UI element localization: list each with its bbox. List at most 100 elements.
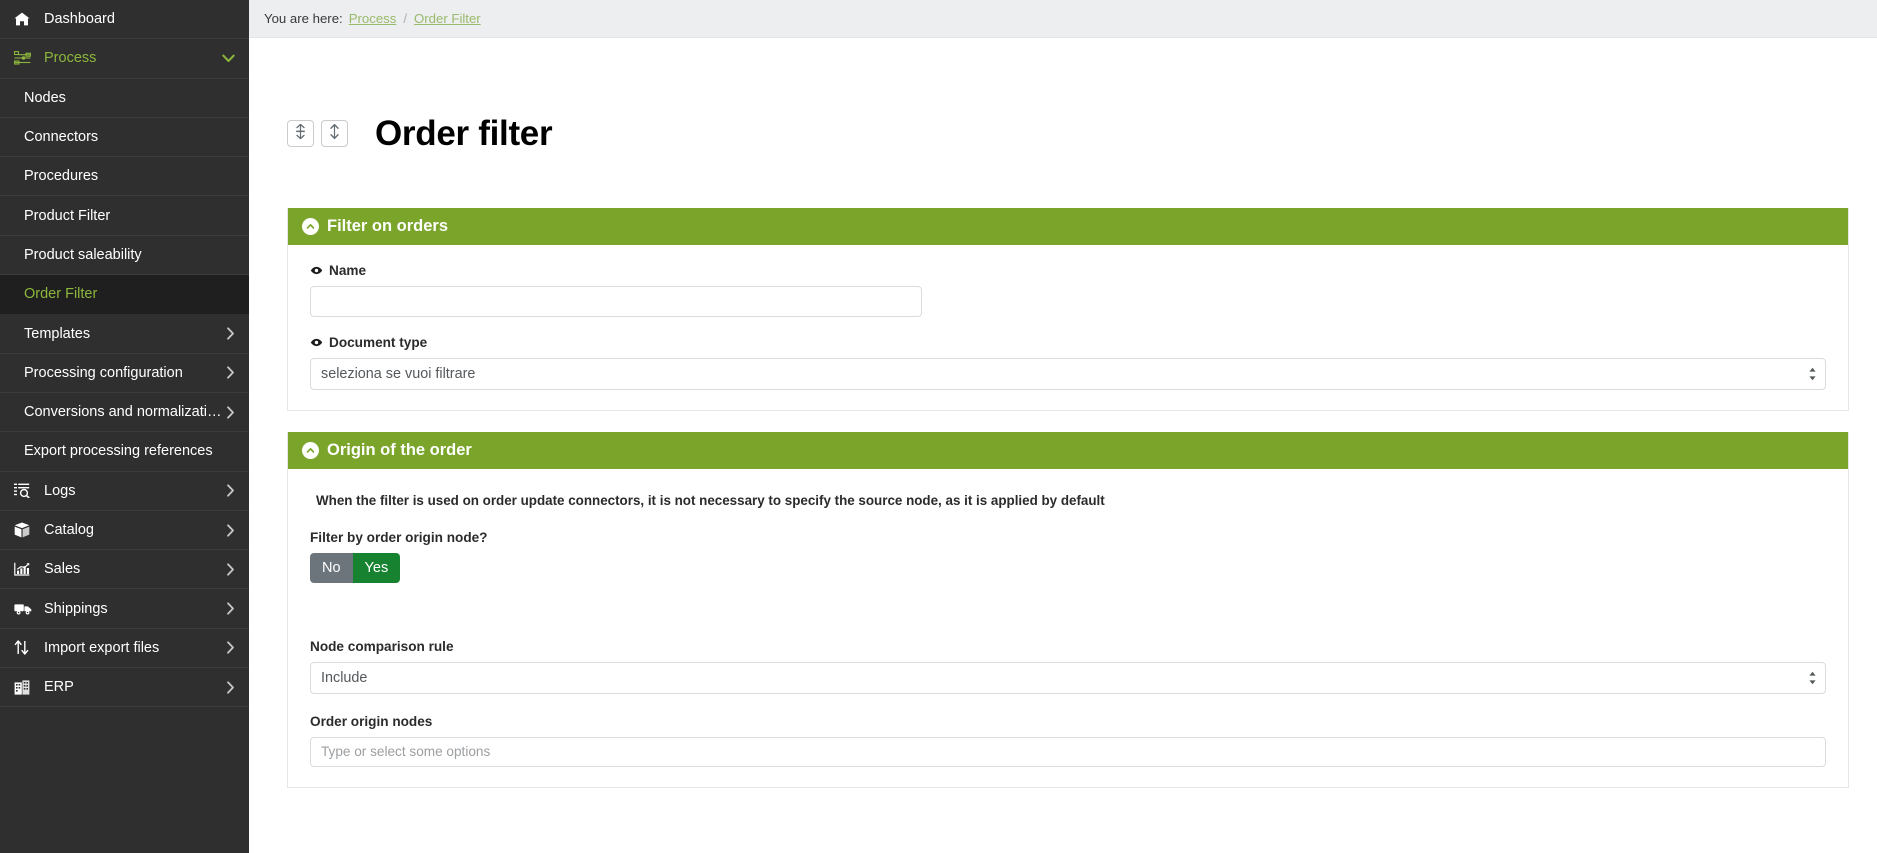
collapse-all-button[interactable] — [287, 120, 314, 147]
exchange-arrows-icon — [14, 640, 36, 655]
sidebar-item-sales[interactable]: Sales — [0, 550, 249, 589]
filter-by-origin-node-toggle: No Yes — [310, 553, 1826, 583]
chevron-right-icon — [226, 484, 235, 497]
label-name-text: Name — [329, 263, 366, 278]
field-order-origin-nodes: Order origin nodes Type or select some o… — [310, 714, 1826, 767]
sidebar-item-catalog[interactable]: Catalog — [0, 511, 249, 550]
sidebar-item-label: Nodes — [24, 90, 235, 106]
chevron-right-icon — [226, 327, 235, 340]
sidebar-item-label: ERP — [44, 679, 226, 695]
home-icon — [14, 12, 36, 26]
chevron-right-icon — [226, 641, 235, 654]
field-filter-by-origin-node: Filter by order origin node? No Yes — [310, 530, 1826, 583]
toggle-option-no[interactable]: No — [310, 553, 353, 583]
sidebar-item-label: Shippings — [44, 601, 226, 617]
sidebar-item-label: Conversions and normalizations — [24, 404, 226, 420]
sidebar-item-label: Processing configuration — [24, 365, 226, 381]
order-origin-nodes-input[interactable]: Type or select some options — [310, 737, 1826, 767]
page-title: Order filter — [375, 116, 552, 151]
process-icon — [14, 51, 36, 65]
eye-icon — [310, 266, 323, 275]
compress-vertical-icon — [295, 124, 306, 144]
chevron-right-icon — [226, 366, 235, 379]
chevron-up-circle-icon — [302, 442, 319, 459]
sidebar-item-import-export-files[interactable]: Import export files — [0, 629, 249, 668]
sidebar-item-process[interactable]: Process — [0, 39, 249, 78]
breadcrumb-link-process[interactable]: Process — [349, 11, 397, 26]
sidebar-item-product-saleability[interactable]: Product saleability — [0, 236, 249, 275]
sidebar-item-connectors[interactable]: Connectors — [0, 118, 249, 157]
panel-filter-on-orders: Filter on orders Name — [287, 208, 1849, 411]
sidebar-item-nodes[interactable]: Nodes — [0, 79, 249, 118]
sidebar-item-processing-configuration[interactable]: Processing configuration — [0, 354, 249, 393]
eye-icon — [310, 338, 323, 347]
field-name: Name — [310, 263, 1826, 317]
label-filter-by-origin-node: Filter by order origin node? — [310, 530, 1826, 545]
sidebar-item-label: Process — [44, 50, 222, 66]
field-document-type: Document type seleziona se vuoi filtrare — [310, 335, 1826, 390]
panel-header-origin-of-the-order[interactable]: Origin of the order — [288, 432, 1848, 469]
sidebar-item-procedures[interactable]: Procedures — [0, 157, 249, 196]
label-node-comparison-rule: Node comparison rule — [310, 639, 1826, 654]
chevron-up-circle-icon — [302, 218, 319, 235]
breadcrumb: You are here: Process / Order Filter — [249, 0, 1877, 38]
label-document-type-text: Document type — [329, 335, 427, 350]
sidebar-item-shippings[interactable]: Shippings — [0, 589, 249, 628]
sidebar-item-label: Procedures — [24, 168, 235, 184]
node-comparison-rule-select-wrap: Include — [310, 662, 1826, 694]
sidebar-item-erp[interactable]: ERP — [0, 668, 249, 707]
label-order-origin-nodes: Order origin nodes — [310, 714, 1826, 729]
sidebar-item-order-filter[interactable]: Order Filter — [0, 275, 249, 314]
sidebar-item-label: Logs — [44, 483, 226, 499]
sidebar-item-label: Product Filter — [24, 208, 235, 224]
panel-title: Origin of the order — [327, 441, 472, 460]
page-header: Order filter — [287, 38, 1849, 187]
label-name: Name — [310, 263, 1826, 278]
field-node-comparison-rule: Node comparison rule Include — [310, 639, 1826, 694]
sidebar-item-dashboard[interactable]: Dashboard — [0, 0, 249, 39]
sales-chart-icon — [14, 562, 36, 576]
expand-vertical-icon — [329, 124, 340, 144]
chevron-right-icon — [226, 563, 235, 576]
spacer — [310, 601, 1826, 639]
breadcrumb-separator: / — [403, 11, 407, 26]
breadcrumb-link-order-filter[interactable]: Order Filter — [414, 11, 481, 26]
chevron-right-icon — [226, 524, 235, 537]
chevron-right-icon — [226, 406, 235, 419]
sidebar-item-label: Order Filter — [24, 286, 235, 302]
name-input[interactable] — [310, 286, 922, 317]
panel-title: Filter on orders — [327, 217, 448, 236]
sidebar-item-label: Sales — [44, 561, 226, 577]
truck-icon — [14, 603, 36, 615]
page-content: Order filter Filter on orders — [249, 38, 1877, 788]
expand-all-button[interactable] — [321, 120, 348, 147]
sidebar-item-templates[interactable]: Templates — [0, 314, 249, 353]
logs-icon — [14, 483, 36, 498]
chevron-right-icon — [226, 681, 235, 694]
sidebar: Dashboard Process Nodes Connectors Procedure… — [0, 0, 249, 853]
sidebar-item-label: Catalog — [44, 522, 226, 538]
sidebar-item-conversions-and-normalizations[interactable]: Conversions and normalizations — [0, 393, 249, 432]
sidebar-item-logs[interactable]: Logs — [0, 472, 249, 511]
sidebar-item-export-processing-references[interactable]: Export processing references — [0, 432, 249, 471]
catalog-box-icon — [14, 522, 36, 538]
panel-body-filter-on-orders: Name Document type — [288, 245, 1848, 410]
node-comparison-rule-select[interactable]: Include — [310, 662, 1826, 694]
origin-info-text: When the filter is used on order update … — [310, 491, 1826, 530]
sidebar-item-label: Import export files — [44, 640, 226, 656]
main-content-area: You are here: Process / Order Filter — [249, 0, 1877, 853]
document-type-select[interactable]: seleziona se vuoi filtrare — [310, 358, 1826, 390]
toggle-option-yes[interactable]: Yes — [353, 553, 401, 583]
panel-origin-of-the-order: Origin of the order When the filter is u… — [287, 432, 1849, 788]
sidebar-item-label: Connectors — [24, 129, 235, 145]
label-document-type: Document type — [310, 335, 1826, 350]
breadcrumb-prefix: You are here: — [264, 11, 343, 26]
sidebar-item-label: Templates — [24, 326, 226, 342]
panel-header-filter-on-orders[interactable]: Filter on orders — [288, 208, 1848, 245]
document-type-select-wrap: seleziona se vuoi filtrare — [310, 358, 1826, 390]
erp-building-icon — [14, 680, 36, 695]
sidebar-item-label: Product saleability — [24, 247, 235, 263]
chevron-right-icon — [226, 602, 235, 615]
sidebar-item-product-filter[interactable]: Product Filter — [0, 196, 249, 235]
sidebar-item-label: Export processing references — [24, 443, 235, 459]
